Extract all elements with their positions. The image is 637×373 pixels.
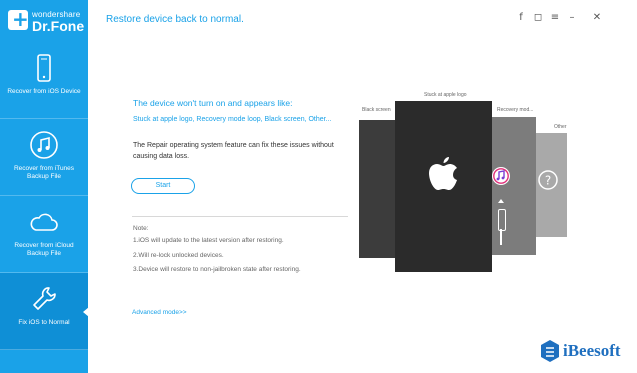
divider (132, 216, 348, 217)
label-black-screen: Black screen (362, 107, 391, 113)
close-icon[interactable]: ✕ (590, 11, 604, 25)
phone-apple-logo (395, 101, 492, 272)
logo-product-text: Dr.Fone (32, 18, 85, 34)
start-button[interactable]: Start (131, 178, 195, 194)
facebook-icon[interactable]: f (514, 11, 528, 25)
phone-black-screen (359, 120, 396, 258)
note-item: 1.iOS will update to the latest version … (133, 237, 284, 244)
app-logo: wondershare Dr.Fone (8, 7, 86, 36)
music-note-icon (30, 131, 58, 159)
menu-icon[interactable]: ≡ (548, 11, 562, 25)
page-title: Restore device back to normal. (106, 14, 244, 25)
note-title: Note: (133, 225, 149, 232)
label-other: Other (554, 124, 567, 130)
minimize-icon[interactable]: – (565, 11, 579, 25)
question-icon: ? (538, 170, 558, 190)
label-recovery-mode: Recovery mod... (497, 107, 534, 113)
issue-list: Stuck at apple logo, Recovery mode loop,… (133, 116, 332, 123)
phone-icon (37, 54, 51, 82)
itunes-icon (492, 167, 510, 185)
sidebar-item-label: Recover from iCloud Backup File (14, 242, 74, 257)
phone-other: ? (535, 133, 567, 237)
sidebar-item-recover-icloud-backup[interactable]: Recover from iCloud Backup File (0, 196, 88, 273)
note-item: 2.Will re-lock unlocked devices. (133, 252, 224, 259)
title-bar: Restore device back to normal. f ◻ ≡ – ✕ (88, 0, 637, 40)
advanced-mode-link[interactable]: Advanced mode>> (132, 309, 187, 316)
bee-logo-icon (541, 340, 559, 362)
logo-icon (8, 7, 29, 31)
feature-description: The Repair operating system feature can … (133, 142, 334, 160)
issue-heading: The device won't turn on and appears lik… (133, 98, 293, 108)
cloud-icon (30, 213, 58, 231)
svg-text:?: ? (545, 174, 551, 188)
sidebar-item-fix-ios[interactable]: Fix iOS to Normal (0, 273, 89, 350)
wrench-icon (33, 287, 56, 310)
watermark-text: iBeesoft (563, 341, 621, 360)
label-apple-logo: Stuck at apple logo (424, 92, 467, 98)
sidebar-item-label: Recover from iTunes Backup File (13, 165, 75, 180)
phone-recovery-mode (489, 117, 536, 255)
sidebar-item-label: Recover from iOS Device (7, 88, 81, 95)
sidebar-item-recover-itunes-backup[interactable]: Recover from iTunes Backup File (0, 119, 88, 196)
note-item: 3.Device will restore to non-jailbroken … (133, 266, 301, 273)
sidebar: wondershare Dr.Fone Recover from iOS Dev… (0, 0, 89, 373)
feedback-icon[interactable]: ◻ (531, 11, 545, 25)
active-indicator-arrow (83, 307, 89, 317)
sidebar-item-label: Fix iOS to Normal (18, 319, 70, 326)
cable-wire (500, 229, 502, 245)
sidebar-item-recover-ios-device[interactable]: Recover from iOS Device (0, 42, 88, 119)
cable-icon (498, 209, 506, 231)
apple-logo-icon (429, 157, 457, 190)
arrow-up-icon (498, 199, 504, 203)
watermark: iBeesoft (539, 337, 629, 367)
